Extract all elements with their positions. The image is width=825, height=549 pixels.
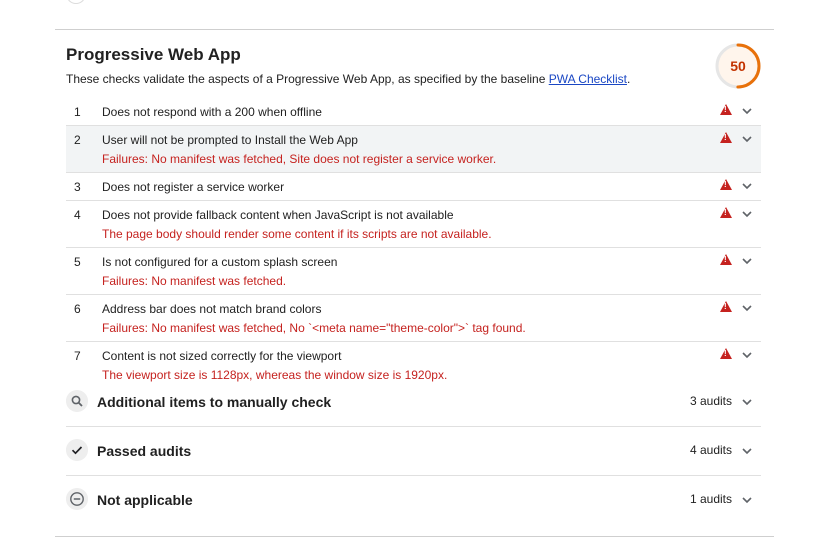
group-count: 1 audits <box>689 492 732 506</box>
minus-circle-icon <box>66 488 88 510</box>
chevron-down-icon[interactable] <box>740 493 754 507</box>
audit-title: Does not respond with a 200 when offline <box>102 105 322 119</box>
chevron-down-icon[interactable] <box>740 207 754 221</box>
section-divider <box>55 29 774 30</box>
chevron-down-icon[interactable] <box>740 254 754 268</box>
previous-gauge-edge <box>66 0 86 4</box>
audit-title: Address bar does not match brand colors <box>102 302 322 316</box>
category-description: These checks validate the aspects of a P… <box>66 72 630 86</box>
audit-title: User will not be prompted to Install the… <box>102 133 358 147</box>
group-not-applicable[interactable]: Not applicable 1 audits <box>66 476 761 525</box>
audit-number: 6 <box>74 302 81 316</box>
audit-failure: Failures: No manifest was fetched. <box>102 274 287 288</box>
chevron-down-icon[interactable] <box>740 395 754 409</box>
audit-number: 5 <box>74 255 81 269</box>
chevron-down-icon[interactable] <box>740 444 754 458</box>
warning-icon <box>720 132 732 143</box>
chevron-down-icon[interactable] <box>740 348 754 362</box>
audit-failure: Failures: No manifest was fetched, No `<… <box>102 321 526 335</box>
audit-title: Content is not sized correctly for the v… <box>102 349 342 363</box>
audit-row[interactable]: 6 Address bar does not match brand color… <box>66 294 761 341</box>
audit-failure: The page body should render some content… <box>102 227 492 241</box>
audit-row[interactable]: 4 Does not provide fallback content when… <box>66 200 761 247</box>
section-divider <box>55 536 774 537</box>
audit-row[interactable]: 2 User will not be prompted to Install t… <box>66 125 761 172</box>
category-title: Progressive Web App <box>66 45 241 64</box>
audit-title: Is not configured for a custom splash sc… <box>102 255 338 269</box>
audit-row[interactable]: 3 Does not register a service worker <box>66 172 761 200</box>
audit-number: 2 <box>74 133 81 147</box>
chevron-down-icon[interactable] <box>740 179 754 193</box>
group-label: Passed audits <box>97 443 192 459</box>
score-value: 50 <box>730 58 746 74</box>
audit-failure: Failures: No manifest was fetched, Site … <box>102 152 497 166</box>
audit-list: 1 Does not respond with a 200 when offli… <box>66 98 761 388</box>
group-count: 4 audits <box>689 443 732 457</box>
warning-icon <box>720 207 732 218</box>
description-text: These checks validate the aspects of a P… <box>66 72 549 86</box>
group-passed-audits[interactable]: Passed audits 4 audits <box>66 427 761 476</box>
audit-title: Does not register a service worker <box>102 180 285 194</box>
audit-number: 3 <box>74 180 81 194</box>
group-label: Additional items to manually check <box>97 394 332 410</box>
audit-row[interactable]: 1 Does not respond with a 200 when offli… <box>66 98 761 125</box>
audit-number: 1 <box>74 105 81 119</box>
warning-icon <box>720 301 732 312</box>
group-count: 3 audits <box>689 394 732 408</box>
search-icon <box>66 390 88 412</box>
audit-number: 7 <box>74 349 81 363</box>
warning-icon <box>720 254 732 265</box>
warning-icon <box>720 348 732 359</box>
warning-icon <box>720 179 732 190</box>
check-icon <box>66 439 88 461</box>
warning-icon <box>720 104 732 115</box>
group-label: Not applicable <box>97 492 193 508</box>
description-end: . <box>626 72 631 86</box>
pwa-checklist-link[interactable]: PWA Checklist <box>549 72 627 86</box>
audit-title: Does not provide fallback content when J… <box>102 208 454 222</box>
audit-number: 4 <box>74 208 81 222</box>
chevron-down-icon[interactable] <box>740 301 754 315</box>
audit-row[interactable]: 5 Is not configured for a custom splash … <box>66 247 761 294</box>
chevron-down-icon[interactable] <box>740 104 754 118</box>
chevron-down-icon[interactable] <box>740 132 754 146</box>
group-manual-check[interactable]: Additional items to manually check 3 aud… <box>66 378 761 427</box>
